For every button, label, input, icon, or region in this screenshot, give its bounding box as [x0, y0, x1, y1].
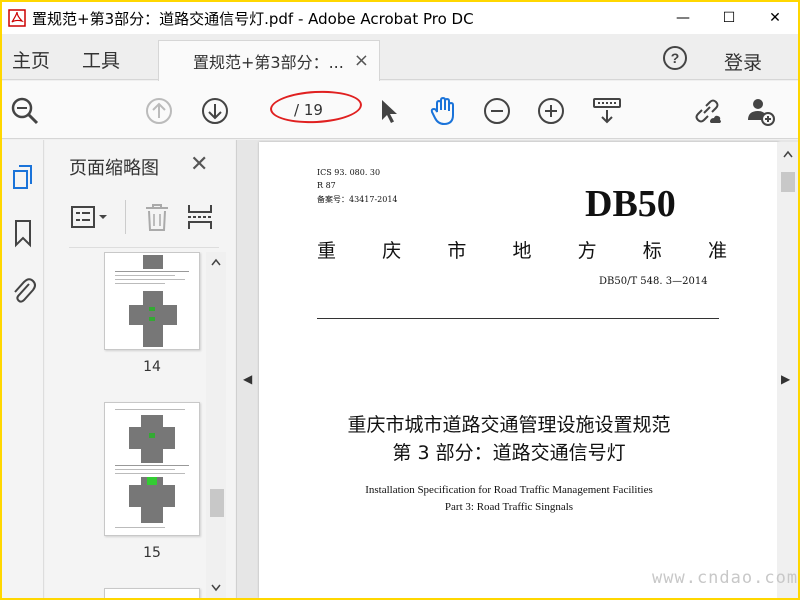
- scroll-down-icon[interactable]: [211, 584, 221, 592]
- zoom-in-icon[interactable]: [536, 96, 566, 126]
- page-thumbnail-15[interactable]: [104, 402, 200, 536]
- window-title: 置规范+第3部分：道路交通信号灯.pdf - Adobe Acrobat Pro…: [32, 9, 474, 28]
- english-title-line-1: Installation Specification for Road Traf…: [365, 484, 653, 496]
- standard-category-char: 标: [642, 240, 662, 262]
- page-thumbnail-16[interactable]: [104, 588, 200, 598]
- panel-close-icon[interactable]: ✕: [190, 152, 208, 177]
- document-tab[interactable]: 置规范+第3部分：... ×: [158, 40, 380, 81]
- thumbnail-scrollbar[interactable]: [206, 252, 226, 598]
- thumbnail-15-label: 15: [143, 545, 161, 561]
- attachment-icon[interactable]: [9, 274, 37, 304]
- thumbnail-14-label: 14: [143, 359, 161, 375]
- panel-title: 页面缩略图: [69, 158, 159, 179]
- pdf-page: ICS 93. 080. 30 R 87 备案号：43417-2014 DB50…: [259, 142, 798, 598]
- bookmark-icon[interactable]: [9, 218, 37, 248]
- svg-text:?: ?: [671, 50, 680, 66]
- tab-close-icon[interactable]: ×: [354, 50, 369, 71]
- minimize-button[interactable]: —: [660, 2, 706, 34]
- left-rail: [2, 140, 44, 598]
- toolbar: / 19: [2, 81, 798, 139]
- toolbar-divider: [125, 200, 126, 234]
- next-page-icon[interactable]: [200, 96, 230, 126]
- horizontal-rule: [317, 318, 719, 319]
- tab-bar: 主页 工具 置规范+第3部分：... × ? 登录: [2, 34, 798, 81]
- thumbnail-scrollbar-thumb[interactable]: [210, 489, 224, 517]
- maximize-icon: ☐: [722, 10, 736, 26]
- zoom-search-icon[interactable]: [10, 96, 40, 126]
- standard-category-char: 方: [577, 240, 597, 262]
- scroll-up-icon[interactable]: [211, 258, 221, 266]
- viewer-scroll-up-icon[interactable]: [783, 150, 793, 158]
- standard-category-char: 市: [447, 240, 467, 262]
- standard-category-char: 准: [707, 240, 727, 262]
- page-thumbnail-14[interactable]: [104, 252, 200, 350]
- previous-page-icon[interactable]: [144, 96, 174, 126]
- standard-category: 重 庆 市 地 方 标 准: [317, 236, 727, 263]
- login-button[interactable]: 登录: [724, 48, 762, 75]
- thumbnail-15-preview: [115, 409, 189, 528]
- viewer-scrollbar[interactable]: [777, 142, 798, 598]
- document-subtitle: 第 3 部分：道路交通信号灯: [392, 442, 626, 464]
- standard-category-char: 庆: [382, 240, 402, 262]
- collapse-left-panel-icon[interactable]: ◀: [243, 372, 252, 386]
- document-tab-label: 置规范+第3部分：...: [193, 53, 344, 72]
- acrobat-app-icon: [8, 9, 26, 27]
- highlight-oval: [269, 88, 363, 126]
- standard-category-char: 地: [512, 240, 532, 262]
- close-icon: ✕: [769, 10, 781, 26]
- watermark: www.cndao.com: [652, 568, 799, 588]
- panel-toolbar: [69, 190, 219, 248]
- thumbnail-panel: 页面缩略图 ✕ 14 15: [45, 140, 235, 598]
- hand-tool-icon[interactable]: [428, 96, 458, 126]
- document-viewer[interactable]: ◀ ICS 93. 080. 30 R 87 备案号：43417-2014 DB…: [236, 140, 798, 598]
- standard-category-char: 重: [317, 240, 337, 262]
- title-bar: 置规范+第3部分：道路交通信号灯.pdf - Adobe Acrobat Pro…: [2, 2, 798, 34]
- standard-code: DB50/T 548. 3—2014: [599, 276, 708, 287]
- crop-pages-icon[interactable]: [187, 202, 213, 232]
- nav-home[interactable]: 主页: [12, 46, 50, 73]
- document-main-title: 重庆市城市道路交通管理设施设置规范: [347, 414, 671, 436]
- page-thumbnails-icon[interactable]: [9, 162, 37, 192]
- thumbnail-options-icon[interactable]: [71, 204, 111, 230]
- delete-icon[interactable]: [143, 202, 171, 232]
- english-title-line-2: Part 3: Road Traffic Singnals: [444, 501, 574, 513]
- close-window-button[interactable]: ✕: [752, 2, 798, 34]
- minimize-icon: —: [676, 10, 690, 26]
- meta-ics: ICS 93. 080. 30: [317, 168, 381, 177]
- add-user-icon[interactable]: [746, 96, 776, 126]
- maximize-button[interactable]: ☐: [706, 2, 752, 34]
- nav-tools[interactable]: 工具: [82, 46, 120, 73]
- acrobat-window: 置规范+第3部分：道路交通信号灯.pdf - Adobe Acrobat Pro…: [2, 2, 798, 598]
- meta-record: 备案号：43417-2014: [317, 195, 398, 204]
- zoom-out-icon[interactable]: [482, 96, 512, 126]
- meta-r: R 87: [317, 181, 336, 190]
- expand-right-panel-icon[interactable]: ▶: [781, 372, 790, 386]
- select-cursor-icon[interactable]: [374, 96, 404, 126]
- share-link-icon[interactable]: [692, 96, 722, 126]
- scroll-mode-icon[interactable]: [592, 96, 622, 126]
- help-icon[interactable]: ?: [662, 45, 688, 71]
- standard-logo: DB50: [585, 183, 676, 225]
- viewer-scrollbar-thumb[interactable]: [781, 172, 795, 192]
- thumbnail-14-preview: [115, 255, 189, 347]
